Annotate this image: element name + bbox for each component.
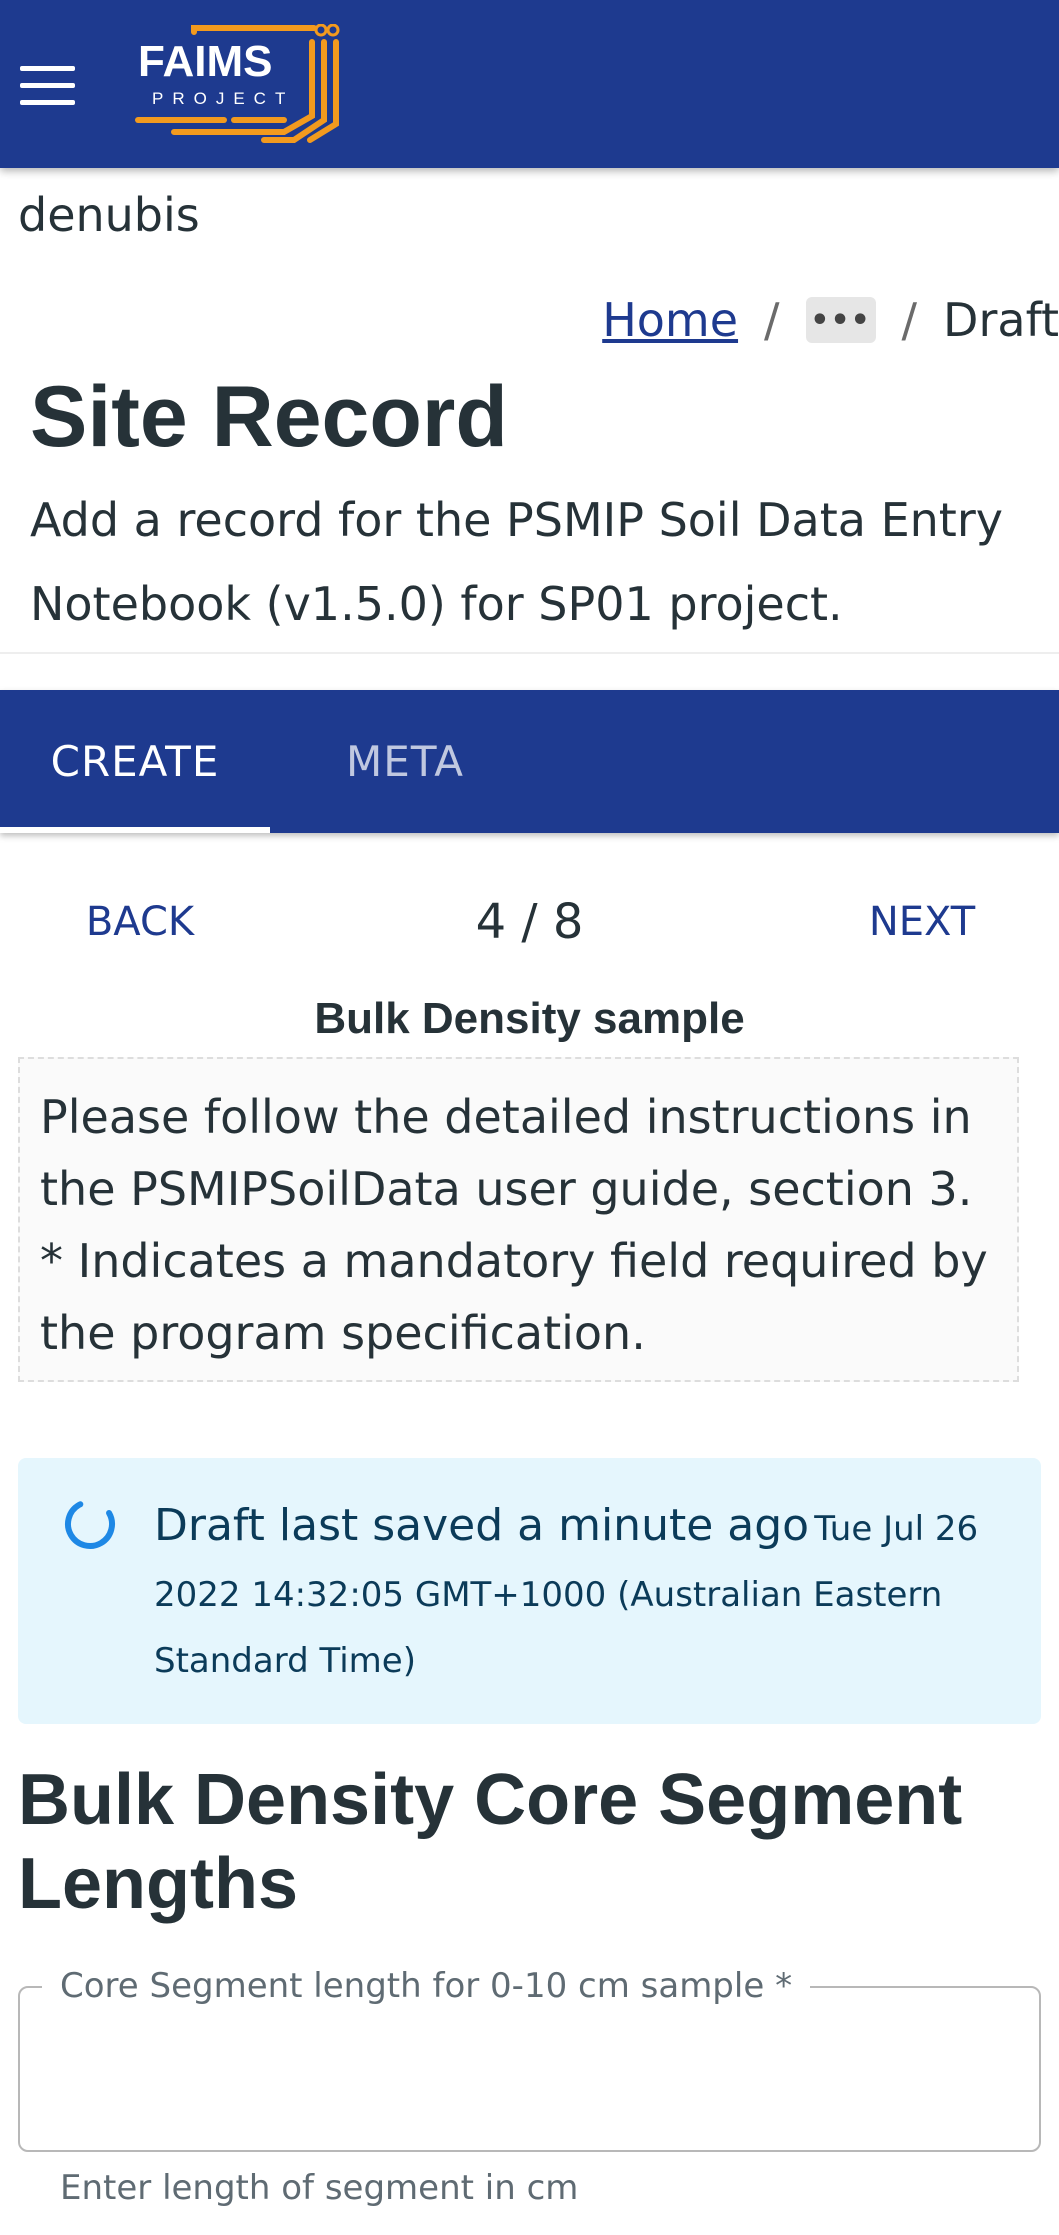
divider: [0, 652, 1059, 654]
username: denubis: [18, 188, 200, 242]
breadcrumb: Home / ••• / Draft: [602, 285, 1059, 355]
draft-saved-text: Draft last saved a minute ago Tue Jul 26…: [154, 1496, 1014, 1697]
form-stepper: BACK 4 / 8 NEXT: [0, 880, 1059, 964]
tab-active-indicator: [0, 827, 270, 833]
form-section-heading: Bulk Density Core Segment Lengths: [18, 1760, 963, 1924]
breadcrumb-more-button[interactable]: •••: [805, 297, 876, 343]
draft-saved-alert: Draft last saved a minute ago Tue Jul 26…: [18, 1458, 1041, 1724]
tab-meta[interactable]: META: [270, 690, 540, 833]
page-title: Site Record: [30, 369, 508, 465]
breadcrumb-current: Draft: [943, 293, 1059, 347]
draft-saved-message: Draft last saved a minute ago: [154, 1500, 810, 1551]
instructions-box: Please follow the detailed instructions …: [18, 1057, 1019, 1382]
tab-create[interactable]: CREATE: [0, 690, 270, 833]
core-segment-length-input[interactable]: [50, 2028, 1014, 2110]
field-label: Core Segment length for 0-10 cm sample *: [42, 1966, 811, 2006]
app-bar: FAIMS PROJECT: [0, 0, 1059, 168]
page-subtitle: Add a record for the PSMIP Soil Data Ent…: [30, 493, 1003, 631]
svg-text:PROJECT: PROJECT: [152, 89, 294, 108]
faims-logo[interactable]: FAIMS PROJECT: [134, 24, 344, 144]
breadcrumb-separator: /: [764, 293, 780, 347]
section-heading: Bulk Density sample: [314, 994, 745, 1043]
core-segment-length-field[interactable]: Core Segment length for 0-10 cm sample *: [18, 1966, 1041, 2152]
step-counter: 4 / 8: [475, 894, 584, 950]
svg-text:FAIMS: FAIMS: [138, 37, 272, 86]
field-helper-text: Enter length of segment in cm: [60, 2168, 579, 2208]
tab-bar: CREATE META: [0, 690, 1059, 833]
spinner-icon: [65, 1499, 115, 1549]
menu-icon[interactable]: [20, 66, 76, 106]
breadcrumb-home-link[interactable]: Home: [602, 293, 738, 347]
breadcrumb-separator: /: [901, 293, 918, 347]
back-button[interactable]: BACK: [60, 880, 220, 964]
next-button[interactable]: NEXT: [842, 880, 1002, 964]
